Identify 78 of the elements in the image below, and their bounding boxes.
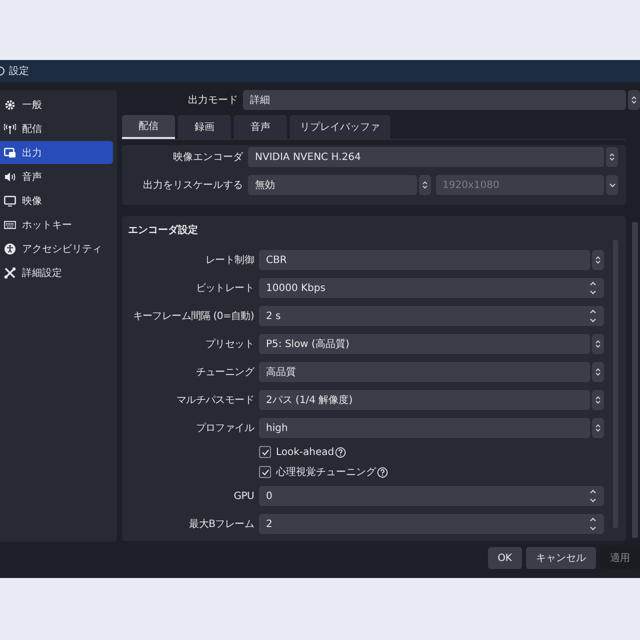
accessibility-icon — [4, 242, 16, 254]
number-field[interactable]: 2 s — [259, 306, 604, 326]
sidebar-item[interactable]: 出力 — [0, 141, 113, 164]
sidebar-item[interactable]: 映像 — [0, 189, 113, 212]
select-arrow-button[interactable] — [592, 250, 604, 270]
select-arrow-button[interactable] — [592, 390, 604, 410]
select-arrow-button[interactable] — [592, 362, 604, 382]
field-label: 映像エンコーダ — [172, 150, 243, 164]
spin-arrows-icon — [589, 516, 597, 532]
field-label: 出力モード — [187, 94, 238, 107]
checkbox-label[interactable]: Look-ahead — [276, 446, 334, 458]
spin-arrows-icon — [589, 280, 597, 296]
dropdown-arrow-button[interactable] — [606, 175, 618, 195]
keyboard-icon — [4, 218, 16, 230]
sidebar-item[interactable]: 一般 — [0, 93, 113, 116]
chevron-updown-icon — [595, 339, 601, 349]
field-label: マルチパスモード — [175, 394, 254, 407]
tab[interactable]: 録画 — [178, 115, 231, 139]
field-label: レート制御 — [204, 254, 254, 267]
select-field[interactable]: high — [259, 418, 590, 438]
dialog-button[interactable]: キャンセル — [526, 547, 596, 569]
select-field[interactable]: 詳細 — [243, 90, 626, 110]
select-field[interactable]: CBR — [259, 250, 590, 270]
dialog-button[interactable]: OK — [488, 547, 522, 569]
select-field[interactable]: 無効 — [248, 175, 416, 195]
sidebar-item[interactable]: アクセシビリティ — [0, 237, 113, 260]
chevron-updown-icon — [422, 180, 428, 190]
chevron-updown-icon — [631, 95, 637, 105]
window-title: 設定 — [9, 64, 29, 78]
field-label: キーフレーム間隔 (0=自動) — [132, 310, 254, 323]
app-icon — [0, 66, 5, 76]
section-title: エンコーダ設定 — [128, 223, 199, 238]
checkbox-label[interactable]: 心理視覚チューニング — [276, 465, 376, 479]
chevron-updown-icon — [595, 367, 601, 377]
select-field[interactable]: 2パス (1/4 解像度) — [259, 390, 590, 410]
select-field[interactable]: 高品質 — [259, 362, 590, 382]
sidebar-item[interactable]: ホットキー — [0, 213, 113, 236]
sidebar-item[interactable]: 配信 — [0, 117, 113, 140]
monitor-icon — [4, 194, 16, 206]
number-field[interactable]: 2 — [259, 514, 604, 534]
tools-icon — [4, 266, 16, 278]
field-label: プリセット — [204, 338, 254, 351]
field-label: GPU — [232, 490, 254, 502]
field-label: 最大Bフレーム — [188, 518, 254, 531]
field-label: 出力をリスケールする — [142, 178, 243, 192]
field-label: チューニング — [194, 366, 254, 379]
select-arrow-button[interactable] — [592, 334, 604, 354]
tab[interactable]: 配信 — [122, 115, 175, 139]
select-arrow-button[interactable] — [418, 175, 430, 195]
chevron-down-icon — [608, 182, 616, 188]
sidebar-item[interactable]: 詳細設定 — [0, 261, 113, 284]
chevron-updown-icon — [595, 255, 601, 265]
help-icon[interactable] — [377, 466, 388, 478]
gear-icon — [4, 98, 16, 110]
speaker-icon — [4, 170, 16, 182]
select-arrow-button[interactable] — [606, 147, 618, 167]
chevron-updown-icon — [595, 423, 601, 433]
chevron-updown-icon — [595, 395, 601, 405]
chevron-updown-icon — [609, 152, 615, 162]
spin-arrows-icon — [589, 488, 597, 504]
field-label: プロファイル — [194, 422, 254, 435]
antenna-icon — [4, 122, 16, 134]
select-arrow-button[interactable] — [628, 90, 640, 110]
help-icon[interactable] — [335, 446, 346, 458]
number-field[interactable]: 0 — [259, 486, 604, 506]
sidebar-item[interactable]: 音声 — [0, 165, 113, 188]
select-field[interactable]: P5: Slow (高品質) — [259, 334, 590, 354]
tab[interactable]: 音声 — [234, 115, 287, 139]
monitor-icon — [4, 146, 16, 158]
scrollbar[interactable] — [632, 222, 638, 538]
select-arrow-button[interactable] — [592, 418, 604, 438]
field-label: ビットレート — [194, 282, 254, 295]
number-field[interactable]: 10000 Kbps — [259, 278, 604, 298]
spin-arrows-icon — [589, 308, 597, 324]
tab[interactable]: リプレイバッファ — [290, 115, 390, 139]
checkbox[interactable] — [259, 446, 271, 458]
select-field[interactable]: NVIDIA NVENC H.264 — [248, 147, 604, 167]
checkbox[interactable] — [259, 466, 271, 478]
